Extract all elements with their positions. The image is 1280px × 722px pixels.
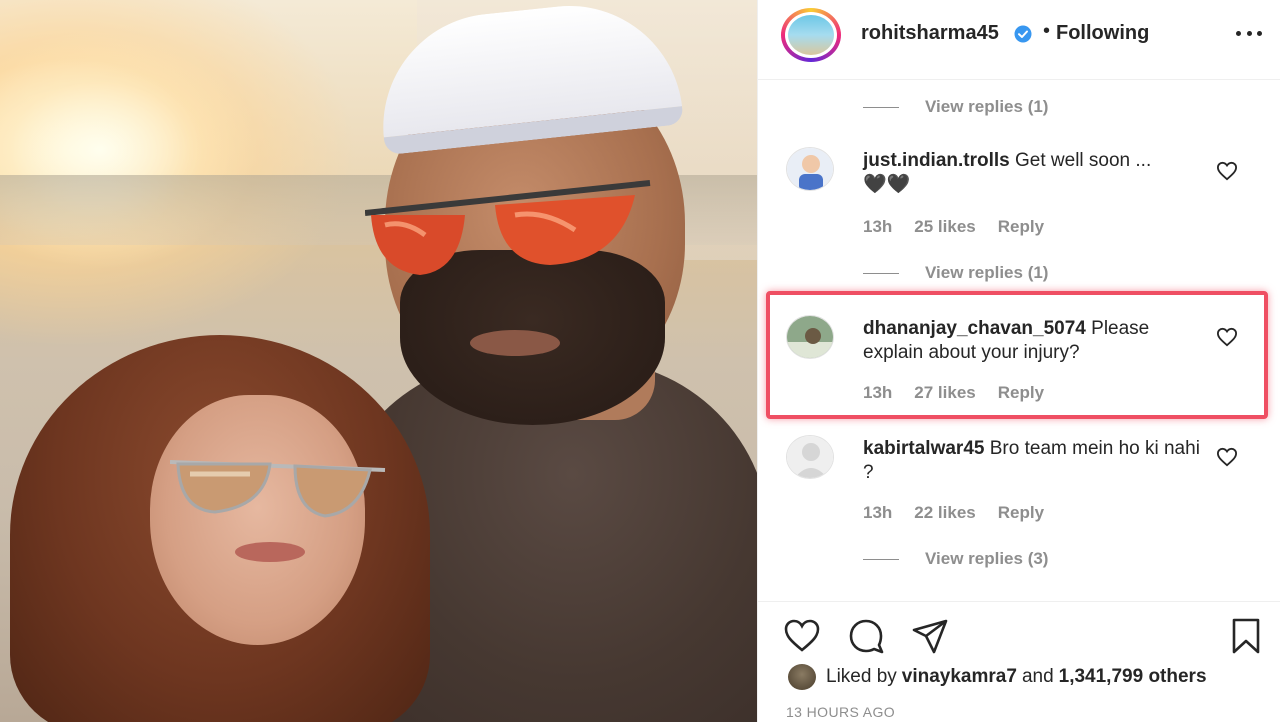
view-replies-label: View replies (3) [925,549,1049,568]
author-username[interactable]: rohitsharma45 [861,22,999,45]
heart-icon[interactable] [782,616,822,656]
comment-likes[interactable]: 25 likes [914,217,975,237]
woman-sunglasses [170,460,386,518]
liker-username[interactable]: vinaykamra7 [902,666,1017,688]
comment-time: 13h [863,503,893,522]
likes-summary[interactable]: Liked by vinaykamra7 and 1,341,799 other… [788,664,1212,690]
liker-avatar[interactable] [788,664,816,690]
post-side-panel: rohitsharma45 • Following View replies (… [757,0,1280,722]
highlight-box [766,291,1268,419]
share-icon[interactable] [910,616,950,656]
comment-text: just.indian.trolls Get well soon ... 🖤🖤 [863,149,1203,197]
view-replies-button[interactable]: View replies (1) [863,95,1048,119]
more-options-icon[interactable] [1236,20,1262,46]
author-avatar[interactable] [781,8,841,62]
commenter-username[interactable]: kabirtalwar45 [863,438,984,459]
replies-line [863,272,899,274]
view-replies-label: View replies (1) [925,263,1049,282]
post-photo[interactable] [0,0,757,722]
view-replies-label: View replies (1) [925,97,1049,116]
view-replies-button[interactable]: View replies (3) [863,547,1048,571]
liker-count[interactable]: 1,341,799 others [1059,666,1207,688]
comment-icon[interactable] [846,616,886,656]
man-mouth [470,330,560,356]
replies-line [863,106,899,108]
comment-meta: 13h 25 likes Reply [863,217,1044,237]
comment-text: kabirtalwar45 Bro team mein ho ki nahi ? [863,437,1203,485]
commenter-avatar[interactable] [786,435,834,479]
following-button[interactable]: Following [1056,22,1149,45]
comment-likes[interactable]: 22 likes [914,503,975,523]
comment-time: 13h [863,217,893,236]
comment-body: Get well soon ... [1015,150,1152,171]
man-sunglasses [365,180,651,275]
comment-like-heart-icon[interactable] [1216,447,1238,467]
comment-meta: 13h 22 likes Reply [863,503,1044,523]
post-header: rohitsharma45 • Following [758,0,1280,80]
separator-dot: • [1043,20,1051,42]
comments-list[interactable]: View replies (1) just.indian.trolls Get … [758,81,1280,601]
liked-by-prefix: Liked by [826,666,897,687]
reply-button[interactable]: Reply [998,217,1044,237]
post-timestamp[interactable]: 13 HOURS AGO [786,704,895,720]
bookmark-icon[interactable] [1226,616,1266,656]
comment-emoji: 🖤🖤 [863,174,911,195]
replies-line [863,558,899,560]
commenter-username[interactable]: just.indian.trolls [863,150,1010,171]
commenter-avatar[interactable] [786,147,834,191]
verified-badge-icon [1014,25,1032,43]
comment-like-heart-icon[interactable] [1216,161,1238,181]
liked-by-and: and [1021,666,1054,687]
view-replies-button[interactable]: View replies (1) [863,261,1048,285]
reply-button[interactable]: Reply [998,503,1044,523]
woman-lips [235,542,305,562]
